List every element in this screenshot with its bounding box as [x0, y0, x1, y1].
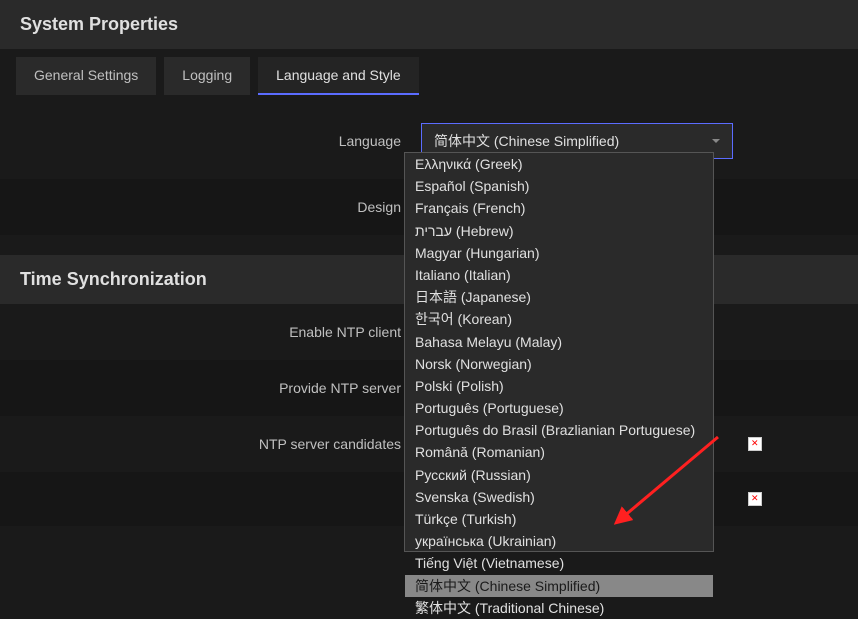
language-option[interactable]: Bahasa Melayu (Malay) — [405, 331, 713, 353]
broken-image-icon[interactable] — [748, 492, 762, 506]
language-dropdown[interactable]: Ελληνικά (Greek)Español (Spanish)Françai… — [404, 152, 714, 552]
language-option[interactable]: Français (French) — [405, 197, 713, 219]
language-option[interactable]: 한국어 (Korean) — [405, 308, 713, 330]
language-option[interactable]: 繁体中文 (Traditional Chinese) — [405, 597, 713, 619]
enable-ntp-label: Enable NTP client — [46, 324, 421, 340]
language-option[interactable]: Русский (Russian) — [405, 464, 713, 486]
language-option[interactable]: Português do Brasil (Brazlianian Portugu… — [405, 419, 713, 441]
tab-logging[interactable]: Logging — [164, 57, 250, 95]
language-option[interactable]: Tiếng Việt (Vietnamese) — [405, 552, 713, 574]
language-option[interactable]: Svenska (Swedish) — [405, 486, 713, 508]
design-label: Design — [46, 199, 421, 215]
language-option[interactable]: Italiano (Italian) — [405, 264, 713, 286]
system-properties-title: System Properties — [20, 14, 178, 34]
language-option[interactable]: Türkçe (Turkish) — [405, 508, 713, 530]
tabs-container: General Settings Logging Language and St… — [0, 49, 858, 103]
chevron-down-icon — [712, 139, 720, 143]
broken-image-icon[interactable] — [748, 437, 762, 451]
provide-ntp-label: Provide NTP server — [46, 380, 421, 396]
language-option[interactable]: Magyar (Hungarian) — [405, 242, 713, 264]
language-option[interactable]: 简体中文 (Chinese Simplified) — [405, 575, 713, 597]
language-option[interactable]: Norsk (Norwegian) — [405, 353, 713, 375]
language-option[interactable]: Ελληνικά (Greek) — [405, 153, 713, 175]
language-option[interactable]: Português (Portuguese) — [405, 397, 713, 419]
system-properties-header: System Properties — [0, 0, 858, 49]
language-option[interactable]: 日本語 (Japanese) — [405, 286, 713, 308]
language-label: Language — [46, 133, 421, 149]
language-option[interactable]: Español (Spanish) — [405, 175, 713, 197]
language-select-value: 简体中文 (Chinese Simplified) — [434, 131, 712, 151]
tab-language-and-style[interactable]: Language and Style — [258, 57, 419, 95]
language-option[interactable]: Română (Romanian) — [405, 441, 713, 463]
language-option[interactable]: Polski (Polish) — [405, 375, 713, 397]
language-option[interactable]: українська (Ukrainian) — [405, 530, 713, 552]
tab-general-settings[interactable]: General Settings — [16, 57, 156, 95]
language-option[interactable]: עברית (Hebrew) — [405, 220, 713, 242]
ntp-candidates-label: NTP server candidates — [46, 436, 421, 452]
time-sync-title: Time Synchronization — [20, 269, 207, 289]
